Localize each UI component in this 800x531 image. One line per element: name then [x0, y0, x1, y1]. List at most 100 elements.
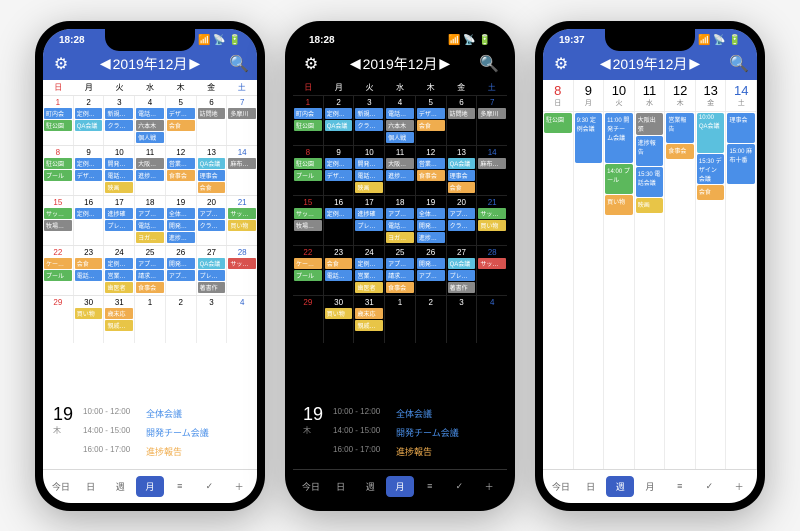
- event-chip[interactable]: サッカー: [478, 208, 506, 219]
- day-cell[interactable]: 24定例会議営業報告歯医者: [354, 246, 385, 295]
- day-cell[interactable]: 9定例会議デザイン: [324, 146, 355, 195]
- week-event[interactable]: 映画: [636, 198, 664, 213]
- event-chip[interactable]: 進捗報告: [386, 170, 414, 181]
- day-cell[interactable]: 21サッカー買い物: [227, 196, 257, 245]
- event-chip[interactable]: 新規プロ: [105, 108, 133, 119]
- day-cell[interactable]: 25アプリ設請求書作食事会: [135, 246, 166, 295]
- day-cell[interactable]: 3新規プロクライア: [354, 96, 385, 145]
- day-cell[interactable]: 18アプリ設電話会議ヨガ教室: [385, 196, 416, 245]
- day-cell[interactable]: 19全体会議開発チー進捗報告: [416, 196, 447, 245]
- month-title[interactable]: ◀2019年12月▶: [100, 54, 200, 74]
- event-chip[interactable]: 買い物: [75, 308, 103, 319]
- day-cell[interactable]: 28サッカー: [227, 246, 257, 295]
- event-chip[interactable]: ケータリ: [44, 258, 72, 269]
- tab-check[interactable]: ✓: [446, 476, 474, 497]
- event-chip[interactable]: 食事会: [167, 170, 195, 181]
- event-chip[interactable]: ヨガ教室: [386, 232, 414, 243]
- event-chip[interactable]: 買い物: [228, 220, 256, 231]
- day-cell[interactable]: 29: [43, 296, 74, 343]
- tab-week[interactable]: 週: [356, 476, 384, 497]
- day-cell[interactable]: 18アプリ設電話会議ヨガ教室: [135, 196, 166, 245]
- day-cell[interactable]: 14麻布十番: [477, 146, 507, 195]
- day-cell[interactable]: 26開発チーアプリリ: [166, 246, 197, 295]
- search-icon[interactable]: 🔍: [481, 56, 497, 72]
- tab-list[interactable]: ≡: [416, 476, 444, 497]
- all-day-event[interactable]: 大阪出張: [636, 113, 664, 135]
- day-cell[interactable]: 29: [293, 296, 324, 343]
- day-cell[interactable]: 16定例会議: [74, 196, 105, 245]
- event-chip[interactable]: 多摩川: [228, 108, 256, 119]
- tab-day[interactable]: 日: [327, 476, 355, 497]
- week-day-column[interactable]: 14土理事会15:00 麻布十番: [726, 80, 757, 469]
- event-chip[interactable]: デザイン: [325, 170, 353, 181]
- event-chip[interactable]: 六本木: [136, 120, 164, 131]
- event-chip[interactable]: 理事会: [198, 170, 226, 181]
- month-title[interactable]: ◀2019年12月▶: [350, 54, 450, 74]
- week-day-column[interactable]: 12木営業報告食事会: [665, 80, 696, 469]
- event-chip[interactable]: プール: [44, 270, 72, 281]
- tab-week[interactable]: 週: [106, 476, 134, 497]
- event-chip[interactable]: プレゼン: [355, 220, 383, 231]
- event-chip[interactable]: 電話会議: [386, 220, 414, 231]
- event-chip[interactable]: サッカー: [294, 208, 322, 219]
- tab-today[interactable]: 今日: [297, 476, 325, 497]
- week-event[interactable]: 営業報告: [666, 113, 694, 143]
- tab-check[interactable]: ✓: [196, 476, 224, 497]
- detail-event-row[interactable]: 14:00 - 15:00開発チーム会議: [83, 423, 247, 442]
- day-cell[interactable]: 22ケータリプール: [43, 246, 74, 295]
- event-chip[interactable]: プール: [294, 270, 322, 281]
- week-day-column[interactable]: 10火11:00 開発チーム会議14:00 プール買い物: [604, 80, 635, 469]
- week-event[interactable]: 14:00 プール: [605, 164, 633, 194]
- day-cell[interactable]: 9定例会議デザイン: [74, 146, 105, 195]
- event-chip[interactable]: 営業報告: [417, 158, 445, 169]
- event-chip[interactable]: 請求書作: [386, 270, 414, 281]
- detail-event-row[interactable]: 16:00 - 17:00進捗報告: [333, 442, 497, 461]
- week-event[interactable]: 10:00 QA会議: [697, 113, 725, 153]
- day-cell[interactable]: 17進捗確プレゼン: [104, 196, 135, 245]
- week-day-column[interactable]: 11水大阪出張進捗報告15:30 電話会議映画: [635, 80, 666, 469]
- day-cell[interactable]: 6訪問地: [197, 96, 228, 145]
- day-cell[interactable]: 26開発チーアプリリ: [416, 246, 447, 295]
- day-cell[interactable]: 16定例会議: [324, 196, 355, 245]
- event-chip[interactable]: 町内会: [44, 108, 72, 119]
- week-day-header[interactable]: 9月: [574, 80, 604, 112]
- week-event[interactable]: 15:30 電話会議: [636, 167, 664, 197]
- week-day-header[interactable]: 13金: [696, 80, 726, 112]
- day-cell[interactable]: 3新規プロクライア: [104, 96, 135, 145]
- event-chip[interactable]: アプリリ: [417, 270, 445, 281]
- day-cell[interactable]: 31歳末応親戚訪問: [104, 296, 135, 343]
- event-chip[interactable]: 電話会議: [325, 270, 353, 281]
- event-chip[interactable]: QA会議: [325, 120, 353, 131]
- event-chip[interactable]: 会食: [75, 258, 103, 269]
- event-chip[interactable]: 理事会: [448, 170, 476, 181]
- event-chip[interactable]: プレゼン: [198, 270, 226, 281]
- event-chip[interactable]: ヨガ教室: [136, 232, 164, 243]
- event-chip[interactable]: 映画: [355, 182, 383, 193]
- event-chip[interactable]: 歳末応: [355, 308, 383, 319]
- day-cell[interactable]: 15サッカー牧場見学: [293, 196, 324, 245]
- tab-add[interactable]: ＋: [725, 476, 753, 497]
- day-cell[interactable]: 31歳末応親戚訪問: [354, 296, 385, 343]
- day-cell[interactable]: 2: [416, 296, 447, 343]
- week-day-column[interactable]: 13金10:00 QA会議15:30 デザイン会議会食: [696, 80, 727, 469]
- event-chip[interactable]: 買い物: [478, 220, 506, 231]
- month-grid[interactable]: 1町内会駐公園2定例会議QA会議3新規プロクライア4電話会議六本木個人戦5デザイ…: [293, 95, 507, 396]
- event-chip[interactable]: 駐公園: [44, 158, 72, 169]
- day-cell[interactable]: 5デザイン会食: [166, 96, 197, 145]
- day-cell[interactable]: 8駐公園プール: [293, 146, 324, 195]
- event-chip[interactable]: 訪問地: [198, 108, 226, 119]
- week-day-header[interactable]: 11水: [635, 80, 665, 112]
- event-chip[interactable]: 定例会議: [325, 208, 353, 219]
- week-day-header[interactable]: 14土: [726, 80, 756, 112]
- day-cell[interactable]: 23会食電話会議: [74, 246, 105, 295]
- event-chip[interactable]: アプリデ: [448, 208, 476, 219]
- event-chip[interactable]: 電話会議: [136, 220, 164, 231]
- day-cell[interactable]: 10開発チー電話会議映画: [104, 146, 135, 195]
- day-cell[interactable]: 3: [447, 296, 478, 343]
- search-icon[interactable]: 🔍: [231, 56, 247, 72]
- tab-check[interactable]: ✓: [696, 476, 724, 497]
- day-cell[interactable]: 3: [197, 296, 228, 343]
- day-cell[interactable]: 10開発チー電話会議映画: [354, 146, 385, 195]
- day-cell[interactable]: 21サッカー買い物: [477, 196, 507, 245]
- day-cell[interactable]: 8駐公園プール: [43, 146, 74, 195]
